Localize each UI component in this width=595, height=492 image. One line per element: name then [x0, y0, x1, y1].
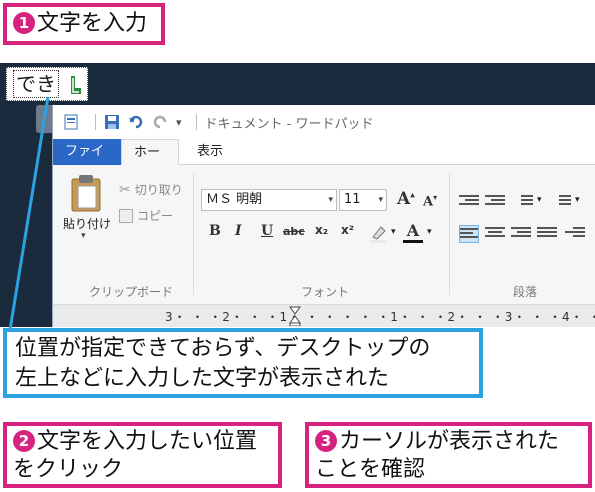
paragraph-settings-icon[interactable]	[565, 225, 585, 243]
font-size-select[interactable]: 11 ▾	[339, 189, 387, 211]
group-separator-2	[449, 173, 450, 295]
align-center-icon[interactable]	[485, 225, 505, 243]
tab-home[interactable]: ホーム	[121, 139, 179, 186]
wordpad-window: ▾ ドキュメント - ワードパッド ファイル ホーム 表示 貼り付け ▾ ✂ 切…	[52, 105, 595, 327]
font-name-value: ＭＳ 明朝	[206, 192, 263, 207]
step2-number: 2	[13, 430, 35, 452]
paste-icon[interactable]	[69, 173, 103, 213]
copy-button[interactable]: コピー	[119, 207, 173, 224]
align-right-icon[interactable]	[511, 225, 531, 243]
copy-icon	[119, 208, 133, 223]
font-name-dropdown-icon: ▾	[328, 195, 333, 205]
underline-button[interactable]: U	[261, 223, 273, 239]
tab-file[interactable]: ファイル	[53, 139, 121, 185]
grow-font-button[interactable]: A▴	[397, 189, 415, 209]
note-line-1: 位置が指定できておらず、デスクトップの	[15, 336, 431, 361]
paste-dropdown-icon[interactable]: ▾	[81, 231, 86, 241]
highlight-color-icon[interactable]	[369, 223, 391, 243]
line-spacing-dropdown-icon[interactable]: ▾	[575, 195, 580, 205]
quick-access-dropdown-icon[interactable]: ▾	[176, 116, 182, 129]
step2-line-2: をクリック	[13, 457, 124, 482]
highlight-dropdown-icon[interactable]: ▾	[391, 227, 396, 237]
align-left-icon[interactable]	[459, 225, 479, 243]
subscript-button[interactable]: x₂	[315, 223, 328, 237]
indent-marker-icon[interactable]	[289, 306, 301, 326]
bullet-list-icon[interactable]	[513, 193, 533, 211]
bullet-list-dropdown-icon[interactable]: ▾	[537, 195, 542, 205]
screenshot: でき ▾ ドキュメント - ワードパッド ファイル ホーム 表示	[0, 63, 595, 327]
ribbon-tabs: ファイル ホーム 表示	[53, 139, 595, 186]
step1-callout: 1 文字を入力	[3, 3, 165, 45]
scissors-icon: ✂	[119, 181, 131, 198]
ruler[interactable]: 3・ ・ ・2・ ・ ・1・ ・ ・ ・ ・ ・1・ ・ ・2・ ・ ・3・ ・…	[53, 305, 595, 327]
shrink-font-label: A	[423, 194, 434, 210]
font-color-swatch	[403, 240, 423, 243]
font-size-dropdown-icon: ▾	[378, 195, 383, 205]
italic-button[interactable]: I	[235, 223, 242, 239]
font-color-letter: A	[406, 221, 420, 240]
save-icon[interactable]	[104, 114, 120, 130]
font-size-value: 11	[344, 192, 361, 207]
paste-label[interactable]: 貼り付け	[63, 215, 111, 232]
font-color-dropdown-icon[interactable]: ▾	[427, 227, 432, 237]
step2-line-1: 文字を入力したい位置	[37, 429, 258, 454]
typed-text: でき	[13, 70, 59, 98]
line-spacing-icon[interactable]	[551, 193, 571, 211]
step3-number: 3	[315, 430, 337, 452]
strikethrough-button[interactable]: abc	[283, 225, 305, 238]
font-group-label: フォント	[301, 285, 350, 299]
copy-label: コピー	[137, 209, 174, 223]
shrink-font-button[interactable]: A▾	[423, 192, 437, 209]
undo-icon[interactable]	[128, 114, 144, 130]
tab-view[interactable]: 表示	[185, 139, 235, 165]
step1-number: 1	[13, 12, 35, 34]
cut-button[interactable]: ✂ 切り取り	[119, 181, 183, 198]
clipboard-group-label: クリップボード	[89, 285, 174, 299]
ime-cursor-icon	[71, 76, 81, 94]
redo-icon[interactable]	[152, 114, 168, 130]
step3-line-2: ことを確認	[315, 457, 426, 482]
increase-indent-icon[interactable]	[485, 193, 505, 211]
grow-font-label: A	[397, 189, 411, 209]
window-title: ドキュメント - ワードパッド	[204, 116, 374, 132]
title-separator	[95, 114, 96, 130]
wordpad-icon	[64, 114, 78, 130]
decrease-indent-icon[interactable]	[459, 193, 479, 211]
superscript-button[interactable]: x²	[341, 223, 354, 237]
title-separator-2	[195, 114, 197, 130]
justify-icon[interactable]	[537, 225, 557, 243]
ruler-scale: 3・ ・ ・2・ ・ ・1・ ・ ・ ・ ・ ・1・ ・ ・2・ ・ ・3・ ・…	[165, 310, 595, 324]
group-separator-1	[193, 173, 194, 295]
step1-text: 文字を入力	[37, 11, 148, 36]
font-color-button[interactable]: A	[403, 221, 423, 243]
step2-callout: 2 文字を入力したい位置 をクリック	[3, 422, 282, 488]
title-bar: ▾ ドキュメント - ワードパッド	[53, 105, 595, 139]
cut-label: 切り取り	[134, 183, 183, 197]
ribbon: 貼り付け ▾ ✂ 切り取り コピー クリップボード ＭＳ 明朝 ▾ 11 ▾ A…	[53, 165, 595, 305]
note-callout: 位置が指定できておらず、デスクトップの 左上などに入力した文字が表示された	[3, 328, 483, 398]
paragraph-group-label: 段落	[513, 285, 538, 299]
font-name-select[interactable]: ＭＳ 明朝 ▾	[201, 189, 337, 211]
step3-line-1: カーソルが表示された	[339, 429, 560, 454]
step3-callout: 3 カーソルが表示された ことを確認	[305, 422, 592, 488]
desktop-text-box: でき	[6, 67, 88, 101]
bold-button[interactable]: B	[209, 223, 221, 239]
note-line-2: 左上などに入力した文字が表示された	[15, 366, 390, 391]
